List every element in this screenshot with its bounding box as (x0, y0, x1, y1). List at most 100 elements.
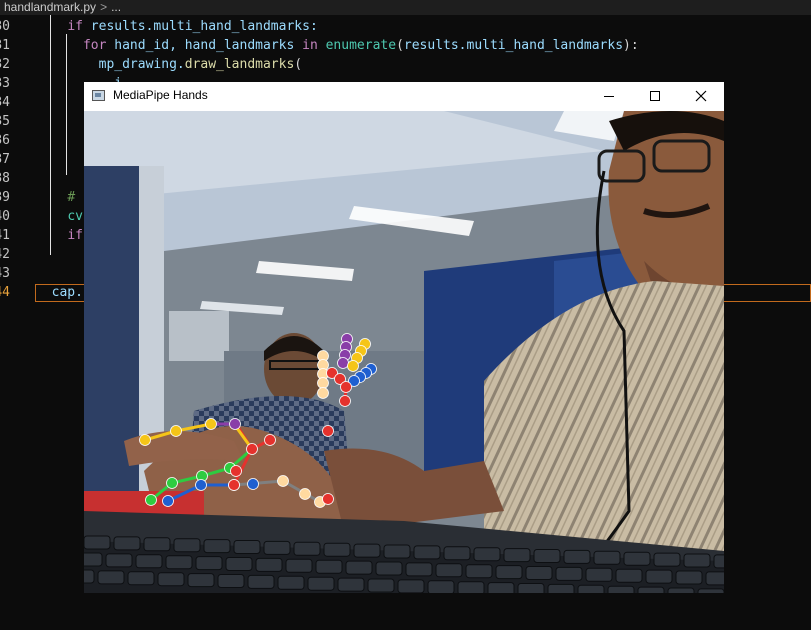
code-line[interactable]: 31 for hand_id, hand_landmarks in enumer… (0, 36, 811, 55)
landmark-point (229, 418, 241, 430)
keyboard-key (405, 562, 433, 577)
landmark-point (299, 488, 311, 500)
window-titlebar[interactable]: MediaPipe Hands (84, 82, 724, 111)
keyboard-key (113, 536, 141, 551)
keyboard-key (697, 588, 724, 593)
landmark-point (264, 434, 276, 446)
breadcrumb-symbol[interactable]: ... (111, 0, 121, 14)
landmark-point (347, 360, 359, 372)
keyboard-key (315, 559, 343, 574)
keyboard-key (345, 560, 373, 575)
keyboard-key (353, 543, 381, 558)
code-token: for (82, 38, 107, 53)
keyboard-key (105, 553, 133, 568)
code-token: results.multi_hand_landmarks: (82, 19, 318, 34)
keyboard-key (533, 549, 561, 563)
keyboard-key (127, 571, 155, 586)
keyboard-key (187, 573, 215, 588)
code-text: if results.multi_hand_landmarks: (36, 17, 318, 36)
breadcrumb: handlandmark.py >... (0, 0, 811, 15)
keyboard-key (277, 575, 305, 590)
keyboard-key (495, 565, 523, 580)
code-token: ( (396, 38, 404, 53)
keyboard-key (203, 539, 231, 554)
close-button[interactable] (678, 82, 724, 111)
keyboard-key (473, 547, 501, 562)
keyboard-key (555, 566, 583, 581)
keyboard-key (653, 552, 681, 567)
window-title: MediaPipe Hands (113, 88, 208, 102)
keyboard-key (375, 561, 403, 576)
minimize-button[interactable] (586, 82, 632, 111)
landmark-point (340, 381, 352, 393)
landmark-point (317, 377, 329, 389)
keyboard-key (705, 571, 724, 586)
keyboard-key (585, 567, 613, 582)
keyboard-key (517, 583, 545, 593)
keyboard-key (247, 574, 275, 589)
line-number: 41 (0, 228, 10, 243)
keyboard-key (323, 542, 351, 557)
line-number: 30 (0, 19, 10, 34)
keyboard-key (637, 586, 665, 593)
keyboard-key (615, 568, 643, 583)
landmark-point (139, 434, 151, 446)
keyboard-key (503, 548, 531, 563)
line-number: 36 (0, 133, 10, 148)
chevron-right-icon: > (100, 0, 108, 14)
line-number: 35 (0, 114, 10, 129)
app-icon (92, 90, 105, 101)
keyboard-key (293, 541, 321, 556)
landmark-point (317, 387, 329, 399)
code-line[interactable]: 30 if results.multi_hand_landmarks: (0, 17, 811, 36)
landmark-point (339, 395, 351, 407)
keyboard-key (563, 549, 591, 564)
keyboard-key (225, 557, 253, 571)
maximize-button[interactable] (632, 82, 678, 111)
landmark-point (246, 443, 258, 455)
keyboard-key (525, 566, 553, 580)
keyboard-key (97, 570, 125, 585)
code-token: cv (67, 209, 83, 224)
line-number: 44 (0, 285, 10, 300)
breadcrumb-file[interactable]: handlandmark.py (0, 0, 96, 14)
landmark-point (145, 494, 157, 506)
keyboard-key (367, 578, 395, 593)
mediapipe-window[interactable]: MediaPipe Hands (84, 82, 724, 593)
indent-guide (50, 15, 51, 255)
keyboard-key (165, 555, 193, 570)
keyboard-key (443, 546, 471, 561)
keyboard-key (623, 551, 651, 566)
keyboard-key (84, 552, 103, 567)
keyboard-key (173, 538, 201, 553)
landmark-point (166, 477, 178, 489)
code-token: # (67, 190, 76, 205)
code-token: if (67, 228, 83, 243)
code-token: ( (294, 57, 303, 72)
camera-frame (84, 111, 724, 593)
landmark-point (337, 357, 349, 369)
keyboard-key (487, 582, 515, 593)
keyboard-key (157, 572, 185, 587)
code-token: hand_id, hand_landmarks (106, 38, 303, 53)
code-token: draw_landmarks (184, 57, 295, 72)
code-line[interactable]: 32 mp_drawing.draw_landmarks( (0, 55, 811, 74)
landmark-point (228, 479, 240, 491)
code-text: # (36, 188, 75, 207)
keyboard-key (255, 557, 283, 572)
keyboard-key (675, 570, 703, 585)
line-number: 37 (0, 152, 10, 167)
landmark-point (205, 418, 217, 430)
keyboard-key (195, 556, 223, 571)
code-token: mp_drawing. (98, 57, 185, 72)
keyboard-key (713, 554, 724, 569)
line-number: 38 (0, 171, 10, 186)
keyboard-key (593, 550, 621, 565)
landmark-point (322, 493, 334, 505)
keyboard-key (607, 585, 635, 593)
